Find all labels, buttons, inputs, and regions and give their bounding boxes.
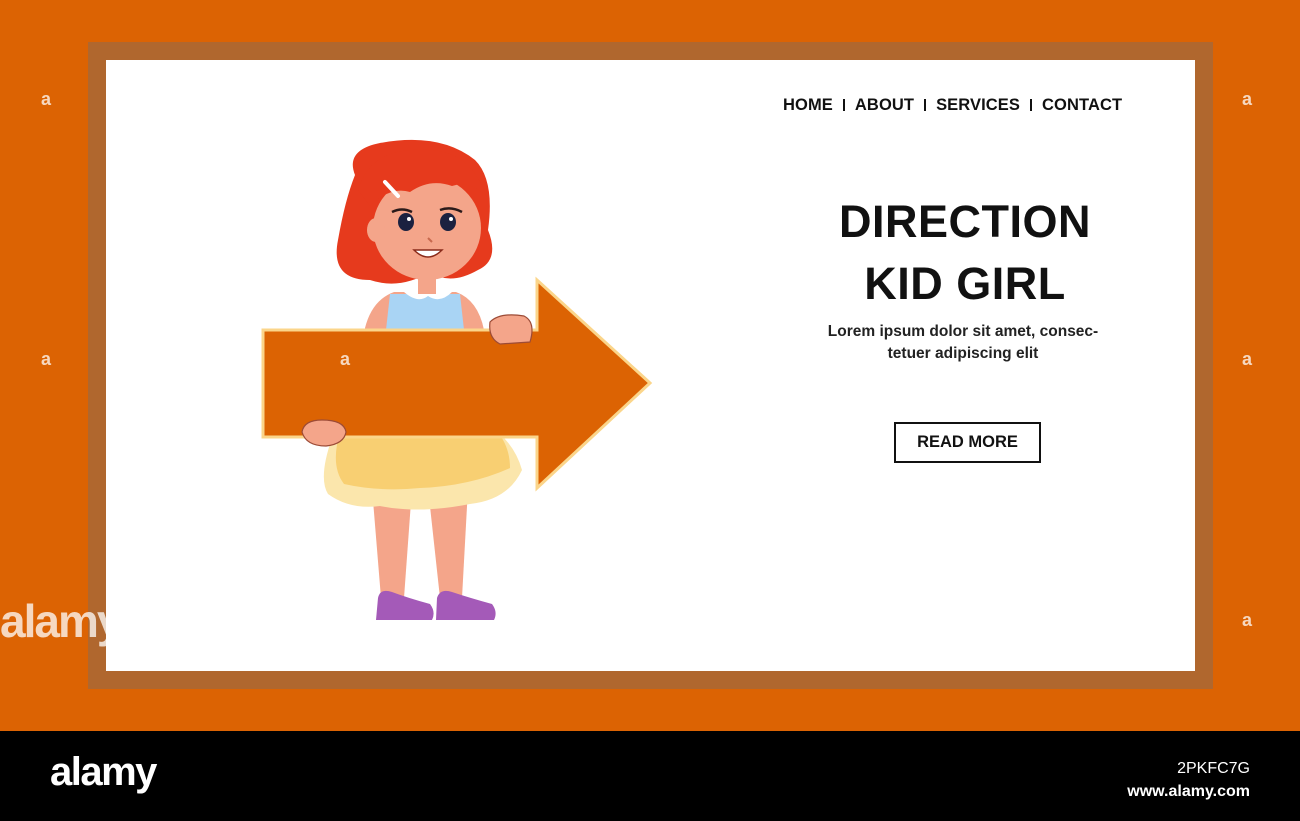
read-more-button[interactable]: READ MORE (894, 422, 1041, 463)
headline-line-2: KID GIRL (864, 258, 1066, 309)
stock-url: www.alamy.com (1127, 783, 1250, 800)
headline-line-1: DIRECTION (839, 196, 1091, 247)
tagline-line-2: tetuer adipiscing elit (887, 345, 1039, 362)
stock-image-info: 2PKFC7G www.alamy.com (1127, 757, 1250, 803)
nav-separator (1030, 99, 1033, 111)
watermark-mark: a (1242, 349, 1253, 369)
nav-services[interactable]: SERVICES (936, 96, 1020, 115)
watermark-mark: a (41, 349, 52, 369)
hero-tagline: Lorem ipsum dolor sit amet, consec- tetu… (795, 321, 1131, 365)
watermark-mark: a (1242, 89, 1253, 109)
nav-separator (924, 99, 927, 111)
top-navigation: HOME ABOUT SERVICES CONTACT (783, 94, 1122, 116)
hero-headline: DIRECTION KID GIRL (800, 191, 1130, 315)
tagline-line-1: Lorem ipsum dolor sit amet, consec- (827, 323, 1099, 340)
watermark-mark: a (1242, 610, 1253, 630)
nav-about[interactable]: ABOUT (855, 96, 914, 115)
watermark-mark: a (41, 89, 52, 109)
watermark-brand: alamy (0, 595, 122, 647)
stock-footer-bar (0, 731, 1300, 821)
nav-contact[interactable]: CONTACT (1042, 96, 1122, 115)
nav-separator (842, 99, 845, 111)
nav-home[interactable]: HOME (783, 96, 833, 115)
alamy-logo: alamy (50, 750, 157, 794)
watermark-mark: a (340, 349, 351, 369)
girl-holding-arrow-illustration (250, 130, 670, 635)
image-id: 2PKFC7G (1177, 760, 1250, 777)
